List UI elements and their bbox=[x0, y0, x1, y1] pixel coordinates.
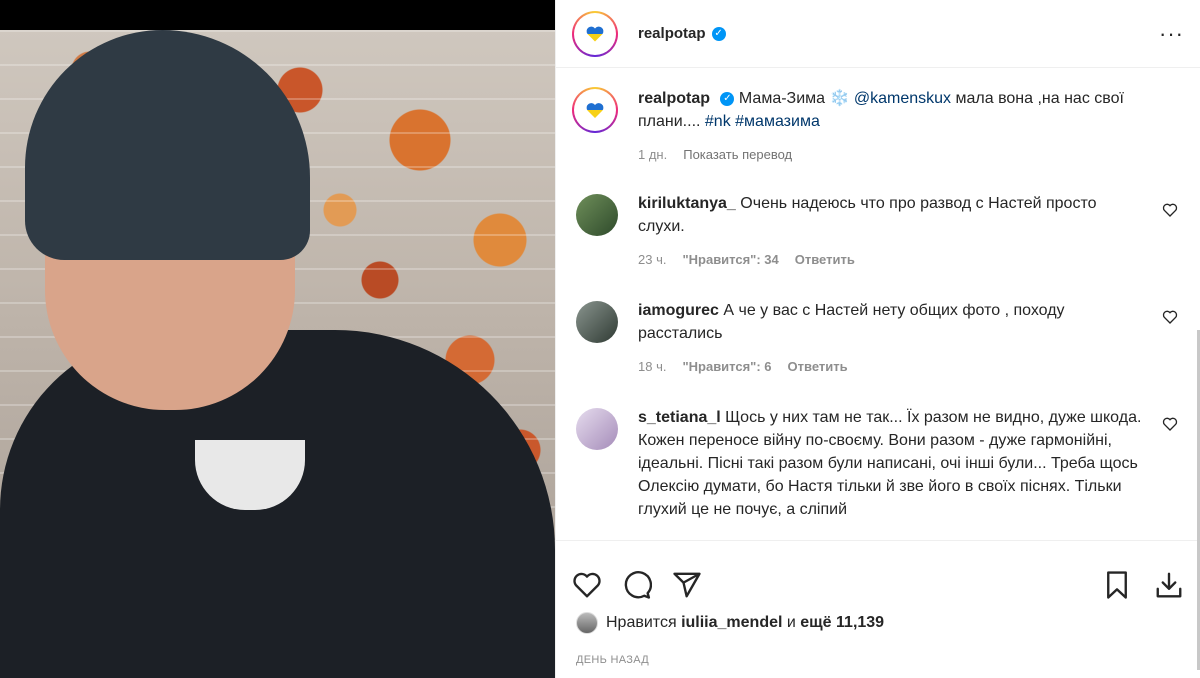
post-date[interactable]: День назад bbox=[576, 654, 649, 666]
likes-summary: Нравится iuliia_mendel и ещё 11,139 bbox=[576, 612, 884, 634]
liker-avatar[interactable] bbox=[576, 612, 598, 634]
comment-row: iamogurec А че у вас с Настей нету общих… bbox=[572, 299, 1184, 374]
liker-username[interactable]: iuliia_mendel bbox=[681, 614, 782, 632]
likes-count[interactable]: ещё 11,139 bbox=[800, 614, 884, 632]
likes-middle: и bbox=[786, 614, 796, 631]
caption-row: realpotap ✓ Мама-Зима ❄️ @kamenskux мала… bbox=[572, 87, 1184, 162]
commenter-username[interactable]: s_tetiana_l bbox=[638, 409, 721, 426]
likes-prefix: Нравится bbox=[606, 614, 677, 631]
caption-hashtag-mamazima[interactable]: #мамазима bbox=[735, 113, 820, 130]
post-header: realpotap ✓ ··· bbox=[556, 0, 1200, 68]
comment-time: 18 ч. bbox=[638, 359, 667, 374]
reply-button[interactable]: Ответить bbox=[788, 359, 848, 374]
more-options-icon[interactable]: ··· bbox=[1159, 21, 1184, 47]
reply-button[interactable]: Ответить bbox=[795, 252, 855, 267]
caption-text: realpotap ✓ Мама-Зима ❄️ @kamenskux мала… bbox=[638, 87, 1174, 133]
ukraine-heart-icon bbox=[586, 102, 604, 118]
ukraine-heart-icon bbox=[586, 26, 604, 42]
post-photo-pane bbox=[0, 0, 555, 678]
post-side-panel: realpotap ✓ ··· realpotap ✓ Мама-Зима ❄️… bbox=[555, 0, 1200, 678]
comment-time: 23 ч. bbox=[638, 252, 667, 267]
verified-badge-icon: ✓ bbox=[720, 91, 735, 106]
post-actions-bar bbox=[556, 540, 1200, 610]
commenter-avatar[interactable] bbox=[576, 194, 618, 236]
caption-main: Мама-Зима ❄️ bbox=[738, 90, 854, 107]
bookmark-icon[interactable] bbox=[1102, 570, 1132, 600]
caption-author-avatar[interactable] bbox=[572, 87, 618, 133]
author-avatar[interactable] bbox=[572, 10, 618, 57]
comment-like-heart-icon[interactable] bbox=[1162, 202, 1178, 218]
caption-hashtag-nk[interactable]: #nk bbox=[705, 113, 731, 130]
author-username[interactable]: realpotap bbox=[638, 25, 706, 42]
comment-row: kiriluktanya_ Очень надеюсь что про разв… bbox=[572, 192, 1184, 267]
commenter-avatar[interactable] bbox=[576, 408, 618, 450]
verified-badge-icon: ✓ bbox=[711, 26, 726, 41]
translate-link[interactable]: Показать перевод bbox=[683, 147, 792, 162]
caption-mention[interactable]: @kamenskux bbox=[854, 90, 951, 107]
caption-username[interactable]: realpotap bbox=[638, 90, 710, 107]
comment-like-heart-icon[interactable] bbox=[1162, 309, 1178, 325]
comment-likes-count[interactable]: "Нравится": 6 bbox=[682, 359, 771, 374]
commenter-avatar[interactable] bbox=[576, 301, 618, 343]
caption-time: 1 дн. bbox=[638, 147, 668, 162]
comment-likes-count[interactable]: "Нравится": 34 bbox=[682, 252, 778, 267]
heart-icon[interactable] bbox=[572, 570, 602, 600]
commenter-username[interactable]: kiriluktanya_ bbox=[638, 195, 736, 212]
commenter-username[interactable]: iamogurec bbox=[638, 302, 719, 319]
comment-icon[interactable] bbox=[622, 570, 652, 600]
download-icon[interactable] bbox=[1154, 570, 1184, 600]
comments-list[interactable]: realpotap ✓ Мама-Зима ❄️ @kamenskux мала… bbox=[556, 69, 1200, 539]
comment-like-heart-icon[interactable] bbox=[1162, 416, 1178, 432]
post-photo[interactable] bbox=[0, 30, 555, 678]
comment-row: s_tetiana_l Щось у них там не так... Їх … bbox=[572, 406, 1184, 521]
caption-meta: 1 дн. Показать перевод bbox=[638, 147, 1174, 162]
share-icon[interactable] bbox=[672, 570, 702, 600]
